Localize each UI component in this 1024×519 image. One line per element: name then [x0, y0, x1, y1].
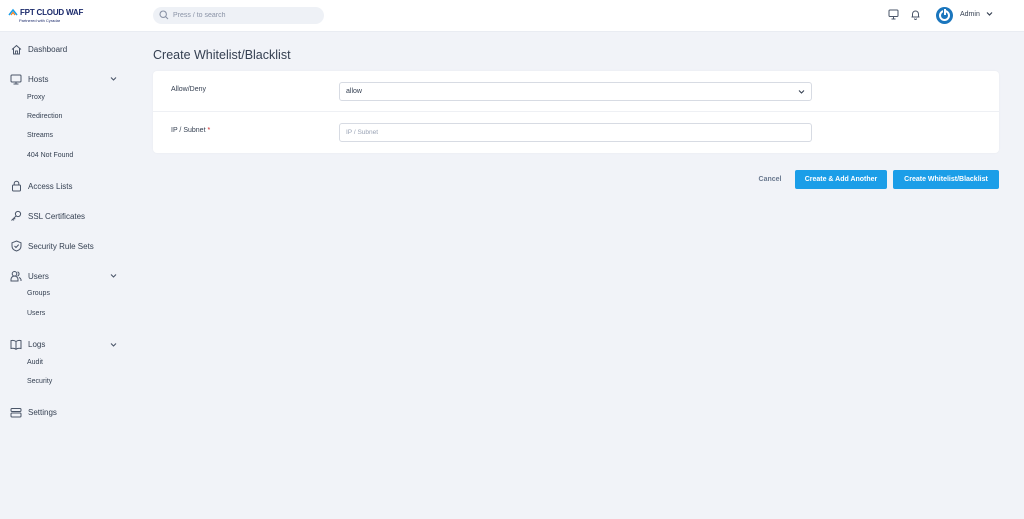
- sidebar-subitem-security[interactable]: Security: [27, 378, 52, 385]
- allow-deny-value: allow: [346, 88, 362, 95]
- sidebar-subitem-streams[interactable]: Streams: [27, 132, 53, 139]
- sidebar-item-hosts[interactable]: Hosts: [10, 72, 48, 86]
- allow-deny-label: Allow/Deny: [171, 86, 207, 93]
- create-add-another-button[interactable]: Create & Add Another: [795, 170, 887, 189]
- sidebar-subitem-proxy[interactable]: Proxy: [27, 94, 45, 101]
- sidebar-subitem-audit[interactable]: Audit: [27, 359, 43, 366]
- chevron-down-icon[interactable]: [986, 11, 993, 17]
- sidebar-item-logs[interactable]: Logs: [10, 337, 45, 351]
- sidebar-item-settings[interactable]: Settings: [10, 405, 57, 419]
- search-icon: [159, 10, 169, 20]
- sidebar-item-label: Users: [28, 271, 49, 281]
- bell-icon[interactable]: [910, 9, 921, 20]
- brand-tagline: Partnered with Cyradar: [19, 18, 61, 23]
- power-icon-line: [944, 9, 946, 15]
- users-icon: [10, 270, 22, 282]
- sidebar-item-access-lists[interactable]: Access Lists: [10, 179, 72, 193]
- sidebar-item-label: Logs: [28, 339, 46, 349]
- settings-icon: [10, 406, 22, 418]
- search-bar: [153, 7, 324, 24]
- sidebar-subitem-groups[interactable]: Groups: [27, 290, 50, 297]
- user-name[interactable]: Admin: [960, 11, 980, 18]
- form-divider: [153, 111, 999, 112]
- sidebar-item-label: Settings: [28, 407, 57, 417]
- create-whitelist-blacklist-button[interactable]: Create Whitelist/Blacklist: [893, 170, 999, 189]
- chevron-down-icon[interactable]: [110, 273, 117, 279]
- sidebar-item-label: Hosts: [28, 74, 49, 84]
- sidebar-item-ssl-certificates[interactable]: SSL Certificates: [10, 209, 85, 223]
- search-input[interactable]: [173, 9, 313, 22]
- chevron-down-icon[interactable]: [110, 342, 117, 348]
- monitor-icon: [10, 73, 22, 85]
- sidebar-item-dashboard[interactable]: Dashboard: [10, 42, 67, 56]
- ip-subnet-label-text: IP / Subnet: [171, 127, 206, 134]
- monitor-icon[interactable]: [888, 9, 899, 20]
- chevron-down-icon: [798, 90, 805, 94]
- sidebar-subitem-404-not-found[interactable]: 404 Not Found: [27, 152, 73, 159]
- allow-deny-select[interactable]: allow: [339, 82, 812, 101]
- page-title: Create Whitelist/Blacklist: [153, 48, 291, 62]
- shield-icon: [10, 240, 22, 252]
- required-mark: *: [207, 127, 211, 134]
- sidebar-item-label: SSL Certificates: [28, 211, 86, 221]
- sidebar: Dashboard Hosts Proxy Redirection Stream…: [0, 32, 140, 519]
- sidebar-item-label: Dashboard: [28, 44, 68, 54]
- sidebar-item-users[interactable]: Users: [10, 269, 49, 283]
- sidebar-item-label: Access Lists: [28, 181, 73, 191]
- cancel-button[interactable]: Cancel: [752, 170, 788, 188]
- ip-subnet-label: IP / Subnet *: [171, 127, 210, 134]
- sidebar-item-label: Security Rule Sets: [28, 241, 94, 251]
- home-icon: [10, 43, 22, 55]
- chevron-down-icon[interactable]: [110, 76, 117, 82]
- book-icon: [10, 338, 22, 350]
- brand-name: FPT CLOUD WAF: [20, 8, 84, 17]
- ip-subnet-input[interactable]: [339, 123, 812, 142]
- sidebar-subitem-redirection[interactable]: Redirection: [27, 113, 62, 120]
- avatar[interactable]: [936, 7, 953, 24]
- brand-logo[interactable]: FPT CLOUD WAF Partnered with Cyradar: [8, 8, 84, 24]
- sidebar-subitem-users[interactable]: Users: [27, 310, 45, 317]
- form-card: Allow/Deny allow IP / Subnet *: [153, 71, 999, 153]
- lock-icon: [10, 180, 22, 192]
- key-icon: [10, 210, 22, 222]
- sidebar-item-security-rule-sets[interactable]: Security Rule Sets: [10, 239, 94, 253]
- logo-mark-icon: [8, 8, 18, 16]
- top-bar: FPT CLOUD WAF Partnered with Cyradar Adm…: [0, 0, 1024, 32]
